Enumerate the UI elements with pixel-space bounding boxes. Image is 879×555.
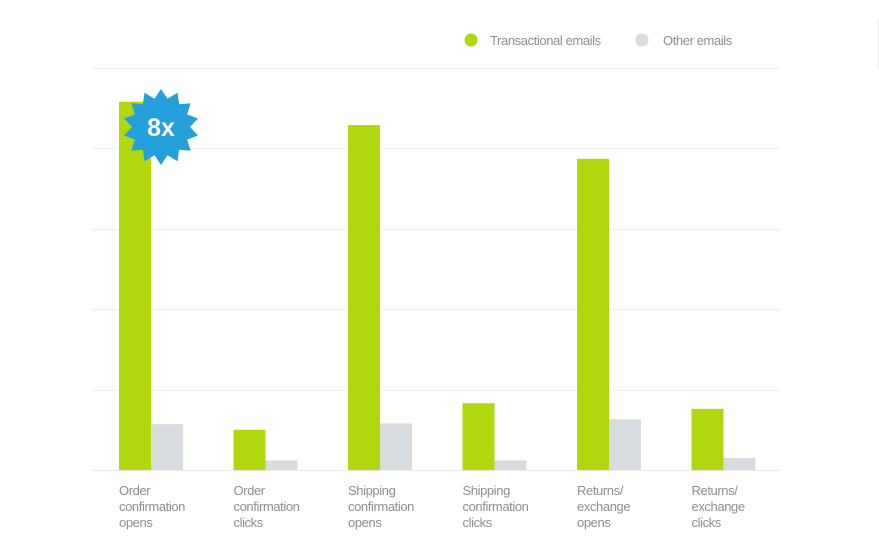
bar-transactional xyxy=(348,125,380,471)
bar-other xyxy=(380,423,412,470)
bars xyxy=(119,101,756,471)
x-tick-label-line: exchange xyxy=(577,499,630,514)
bar-other xyxy=(265,460,298,470)
x-tick-label: Order confirmation opens xyxy=(119,483,185,530)
legend-label: Other emails xyxy=(663,33,733,48)
x-tick-label-line: opens xyxy=(119,515,153,530)
x-tick-label-line: Order xyxy=(119,483,151,498)
x-tick-label-line: exchange xyxy=(692,499,745,514)
x-tick-label-line: opens xyxy=(348,515,382,530)
x-tick-label-line: clicks xyxy=(692,515,722,530)
legend-marker xyxy=(464,33,478,47)
x-tick-label-line: Shipping xyxy=(463,483,511,498)
x-tick-label: Returns/exchange opens xyxy=(577,483,630,530)
x-tick-label-line: Order xyxy=(234,483,266,498)
x-tick-label: Returns/exchange clicks xyxy=(692,483,745,530)
x-tick-label-line: confirmation xyxy=(348,499,414,514)
x-tick-label: Shipping confirmation opens xyxy=(348,483,414,530)
x-tick-label-line: opens xyxy=(577,515,611,530)
x-tick-label-line: Returns/ xyxy=(577,483,624,498)
x-tick-label-line: Returns/ xyxy=(692,483,739,498)
x-tick-label-line: Shipping xyxy=(348,483,396,498)
legend-label: Transactional emails xyxy=(490,33,602,48)
bar-transactional xyxy=(577,158,609,471)
bar-other xyxy=(151,424,183,470)
bar-transactional xyxy=(233,429,266,470)
x-tick-label-line: clicks xyxy=(463,515,493,530)
x-tick-label: Shipping confirmation clicks xyxy=(463,483,529,530)
badge-label: 8x xyxy=(147,114,175,142)
x-tick-label-line: confirmation xyxy=(119,499,185,514)
legend-marker xyxy=(635,33,649,47)
bar-transactional xyxy=(691,408,724,470)
gridlines xyxy=(91,68,781,471)
legend: Transactional emails Other emails xyxy=(464,33,733,48)
bar-other xyxy=(723,457,756,470)
bar-transactional xyxy=(462,403,495,470)
bar-chart: Order confirmation opensOrder confirmation c… xyxy=(91,33,781,530)
x-axis-labels: Order confirmation opensOrder confirmation c… xyxy=(119,483,745,530)
x-tick-label-line: confirmation xyxy=(463,499,529,514)
x-tick-label-line: clicks xyxy=(234,515,264,530)
x-tick-label: Order confirmation clicks xyxy=(234,483,300,530)
x-tick-label-line: confirmation xyxy=(234,499,300,514)
bar-other xyxy=(609,419,641,470)
bar-other xyxy=(494,460,527,470)
